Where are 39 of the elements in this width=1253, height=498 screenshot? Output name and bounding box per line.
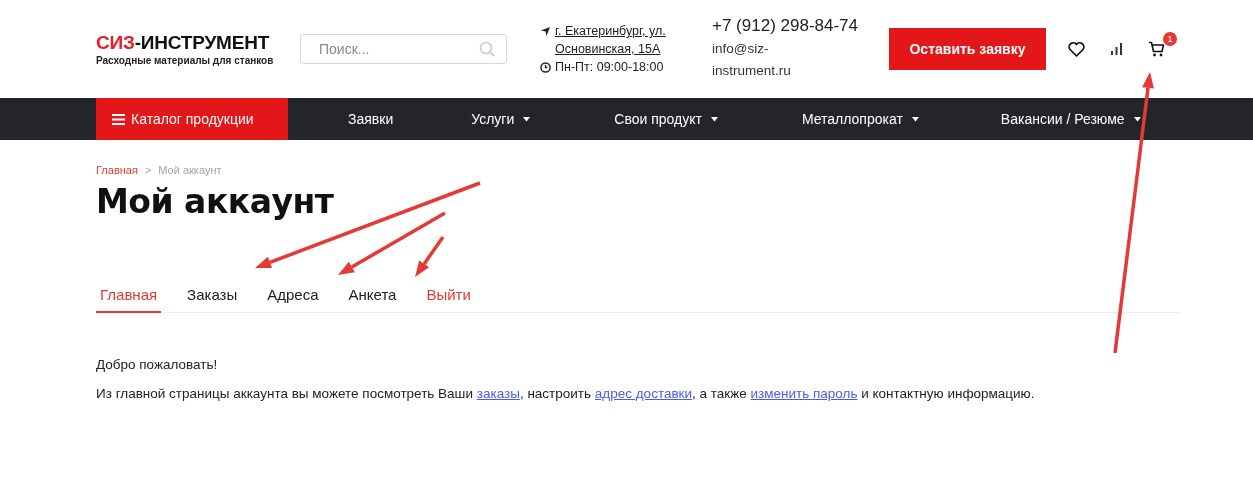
caret-icon	[1133, 116, 1141, 122]
account-tab[interactable]: Главная	[96, 286, 162, 313]
account-tab[interactable]: Анкета	[344, 286, 401, 313]
cart-count-badge: 1	[1163, 32, 1177, 46]
clock-icon	[540, 62, 551, 73]
bar-chart-icon[interactable]	[1111, 43, 1122, 55]
catalog-menu-button[interactable]: Каталог продукции	[96, 98, 288, 140]
nav-menu-item[interactable]: Свои продукт	[614, 98, 718, 140]
text-link[interactable]: заказы	[476, 386, 520, 401]
email-address[interactable]: info@siz- instrument.ru	[712, 38, 889, 82]
request-button[interactable]: Оставить заявку	[889, 28, 1046, 70]
heart-icon[interactable]	[1068, 41, 1085, 57]
caret-icon	[911, 116, 919, 122]
cart-icon[interactable]	[1148, 41, 1165, 57]
intro-paragraph: Из главной страницы аккаунта вы можете посмотреть Ваши заказы, настроить адрес доставки, а также изменить пароль и контактную информацию.	[96, 386, 1036, 401]
logo-tagline: Расходные материалы для станков	[96, 55, 275, 66]
account-tab[interactable]: Адреса	[263, 286, 323, 313]
breadcrumb-current: Мой аккаунт	[158, 164, 222, 176]
phone-number[interactable]: +7 (912) 298-84-74	[712, 16, 889, 36]
nav-menu-item[interactable]: Вакансии / Резюме	[1000, 98, 1141, 140]
caret-icon	[523, 116, 531, 122]
breadcrumb-link[interactable]: Главная	[96, 164, 138, 176]
nav-menu-item[interactable]: Заявки	[348, 98, 394, 140]
nav-menu-item[interactable]: Услуги	[471, 98, 531, 140]
text-link[interactable]: изменить пароль	[750, 386, 858, 401]
search-field[interactable]: Поиск...	[300, 34, 507, 64]
caret-icon	[710, 116, 718, 122]
logout-link[interactable]: Выйти	[422, 286, 475, 313]
breadcrumb-separator: >	[144, 164, 152, 176]
address-link[interactable]: г. Екатеринбург, ул. Основинская, 15А	[555, 22, 666, 58]
text-link[interactable]: адрес доставки	[594, 386, 693, 401]
nav-menu-item[interactable]: Металлопрокат	[801, 98, 919, 140]
location-arrow-icon	[540, 26, 551, 37]
logo-text[interactable]: СИЗ-ИНСТРУМЕНТ	[96, 32, 300, 54]
working-hours: Пн-Пт: 09:00-18:00	[555, 59, 664, 76]
menu-icon[interactable]	[112, 113, 125, 125]
account-tab[interactable]: Заказы	[183, 286, 242, 313]
welcome-text: Добро пожаловать!	[96, 357, 219, 372]
page-title: Мой аккаунт	[96, 182, 335, 222]
